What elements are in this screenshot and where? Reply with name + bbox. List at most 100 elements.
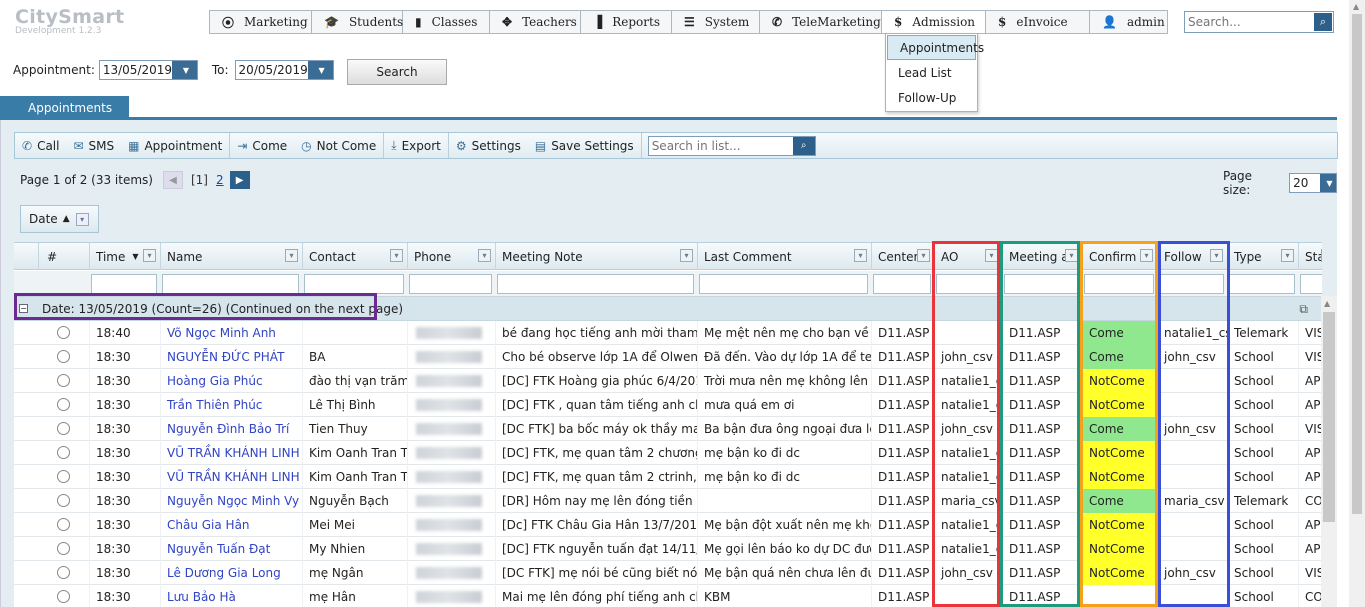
- cell-name[interactable]: NGUYỄN ĐỨC PHÁT: [160, 345, 302, 369]
- table-row[interactable]: 18:30NGUYỄN ĐỨC PHÁTBA 0903xxxxxx Cho bé o…: [14, 345, 1322, 369]
- filter-icon[interactable]: ▾: [390, 249, 403, 262]
- filter-icon[interactable]: ▾: [1140, 249, 1153, 262]
- filter-icon[interactable]: ▾: [478, 249, 491, 262]
- column-header-index[interactable]: #: [38, 243, 89, 270]
- cell-name[interactable]: VŨ TRẦN KHÁNH LINH: [160, 465, 302, 489]
- table-row[interactable]: 18:30VŨ TRẦN KHÁNH LINHKim Oanh Tran Thi…: [14, 465, 1322, 489]
- cell-name[interactable]: Châu Gia Hân: [160, 513, 302, 537]
- column-header-name[interactable]: Name ▾: [160, 243, 302, 270]
- filter-icon[interactable]: ▾: [285, 249, 298, 262]
- table-row[interactable]: 18:30Lưu Bảo Hàmẹ Hân 0909xxxxxx Mai mẹ lê…: [14, 585, 1322, 607]
- table-row[interactable]: 18:40Võ Ngọc Minh Anh 0912xxxxxx bé đang h…: [14, 321, 1322, 345]
- table-row[interactable]: 18:30Hoàng Gia Phúcđào thị vạn trăm 0903x…: [14, 369, 1322, 393]
- not-come-button[interactable]: ◷ Not Come: [294, 133, 383, 158]
- table-row[interactable]: 18:30Lê Dương Gia Longmẹ Ngân 0909xxxxxx […: [14, 561, 1322, 585]
- page-2-link[interactable]: 2: [216, 173, 224, 187]
- cell-name[interactable]: VŨ TRẦN KHÁNH LINH: [160, 441, 302, 465]
- appointment-button[interactable]: ▦ Appointment: [121, 133, 229, 158]
- call-button[interactable]: ✆ Call: [15, 133, 66, 158]
- filter-icon[interactable]: ▾: [917, 249, 930, 262]
- row-select-radio[interactable]: [57, 470, 70, 483]
- column-header-center[interactable]: Center ▾: [871, 243, 934, 270]
- group-row[interactable]: − Date: 13/05/2019 (Count=26) (Continued…: [14, 297, 1322, 321]
- filter-icon[interactable]: ▾: [680, 249, 693, 262]
- list-search-input[interactable]: [648, 136, 794, 155]
- column-header-meeting-at[interactable]: Meeting at ▾: [1002, 243, 1082, 270]
- column-filter-input[interactable]: [304, 274, 404, 294]
- row-select-radio[interactable]: [57, 446, 70, 459]
- row-select-radio[interactable]: [57, 494, 70, 507]
- column-header-time[interactable]: Time ▼ ▾: [89, 243, 160, 270]
- search-button[interactable]: Search: [347, 59, 447, 85]
- list-search[interactable]: ⌕: [647, 135, 816, 156]
- column-header-type[interactable]: Type ▾: [1227, 243, 1298, 270]
- column-header-stage[interactable]: Stage▾: [1298, 243, 1322, 270]
- cell-name[interactable]: Lê Dương Gia Long: [160, 561, 302, 585]
- table-row[interactable]: 18:30Nguyễn Ngọc Minh VyNguyễn Bạch 0918x…: [14, 489, 1322, 513]
- table-row[interactable]: 18:30VŨ TRẦN KHÁNH LINHKim Oanh Tran Thi…: [14, 441, 1322, 465]
- column-header-contact[interactable]: Contact ▾: [302, 243, 407, 270]
- column-filter-input[interactable]: [1229, 274, 1295, 294]
- chevron-down-icon[interactable]: ▼: [1320, 174, 1336, 192]
- scrollbar-thumb[interactable]: [1352, 14, 1362, 514]
- column-filter-input[interactable]: [936, 274, 999, 294]
- filter-icon[interactable]: ▾: [75, 212, 89, 226]
- cell-name[interactable]: Lưu Bảo Hà: [160, 585, 302, 607]
- column-filter-input[interactable]: [1300, 274, 1322, 294]
- column-filter-input[interactable]: [1159, 274, 1224, 294]
- filter-icon[interactable]: ▾: [985, 249, 998, 262]
- sms-button[interactable]: ✉ SMS: [66, 133, 121, 158]
- nav-reports[interactable]: ▐ Reports: [581, 11, 672, 33]
- search-icon[interactable]: ⌕: [1314, 13, 1332, 31]
- column-filter-input[interactable]: [162, 274, 299, 294]
- grid-scrollbar[interactable]: ▲: [1321, 296, 1337, 607]
- come-button[interactable]: ⇥ Come: [230, 133, 294, 158]
- filter-icon[interactable]: ▾: [1321, 249, 1322, 262]
- group-window-icon[interactable]: ⧉: [1299, 302, 1308, 317]
- filter-icon[interactable]: ▾: [1065, 249, 1078, 262]
- filter-icon[interactable]: ▾: [1210, 249, 1223, 262]
- row-select-radio[interactable]: [57, 398, 70, 411]
- table-row[interactable]: 18:30Nguyễn Đình Bảo TríTien Thuy 0909xxx…: [14, 417, 1322, 441]
- row-select-radio[interactable]: [57, 350, 70, 363]
- row-select-radio[interactable]: [57, 542, 70, 555]
- row-select-radio[interactable]: [57, 590, 70, 603]
- filter-icon[interactable]: ▾: [143, 249, 156, 262]
- cell-name[interactable]: Nguyễn Ngọc Minh Vy: [160, 489, 302, 513]
- cell-name[interactable]: Hoàng Gia Phúc: [160, 369, 302, 393]
- nav-admin[interactable]: 👤 admin: [1090, 11, 1167, 33]
- appointment-to-datepicker[interactable]: 20/05/2019 ▼: [234, 60, 334, 80]
- row-select-radio[interactable]: [57, 326, 70, 339]
- appointment-from-datepicker[interactable]: 13/05/2019 ▼: [98, 60, 198, 80]
- cell-name[interactable]: Nguyễn Đình Bảo Trí: [160, 417, 302, 441]
- column-filter-input[interactable]: [409, 274, 492, 294]
- table-row[interactable]: 18:30Châu Gia HânMei Mei 0978xxxxxx [Dc] F…: [14, 513, 1322, 537]
- save-settings-button[interactable]: ▤ Save Settings: [528, 133, 641, 158]
- column-filter-input[interactable]: [699, 274, 868, 294]
- page-scrollbar[interactable]: ▲: [1349, 0, 1365, 607]
- column-header-meeting-note[interactable]: Meeting Note ▾: [495, 243, 697, 270]
- row-select-radio[interactable]: [57, 422, 70, 435]
- row-select-radio[interactable]: [57, 374, 70, 387]
- table-row[interactable]: 18:30Trần Thiên PhúcLê Thị Bình 0977xxxxx…: [14, 393, 1322, 417]
- calendar-dropdown-icon[interactable]: ▼: [172, 61, 197, 79]
- nav-students[interactable]: 🎓 Students: [312, 11, 403, 33]
- column-header-ao[interactable]: AO ▾: [934, 243, 1002, 270]
- cell-name[interactable]: Võ Ngọc Minh Anh: [160, 321, 302, 345]
- prev-page-icon[interactable]: ◀: [162, 171, 183, 189]
- column-filter-input[interactable]: [873, 274, 931, 294]
- cell-name[interactable]: Trần Thiên Phúc: [160, 393, 302, 417]
- menu-item-lead-list[interactable]: Lead List: [886, 61, 977, 86]
- scroll-up-icon[interactable]: ▲: [1353, 2, 1359, 11]
- group-by-date[interactable]: Date ▲ ▾: [20, 205, 99, 233]
- column-filter-input[interactable]: [1004, 274, 1079, 294]
- column-filter-input[interactable]: [1084, 274, 1154, 294]
- nav-telemarketing[interactable]: ✆ TeleMarketing: [760, 11, 882, 33]
- nav-system[interactable]: ☰ System: [672, 11, 760, 33]
- scrollbar-thumb[interactable]: [1323, 312, 1335, 522]
- scroll-up-icon[interactable]: ▲: [1324, 299, 1330, 308]
- column-header-confirm[interactable]: Confirm ▾: [1082, 243, 1157, 270]
- settings-button[interactable]: ⚙ Settings: [449, 133, 528, 158]
- menu-item-appointments[interactable]: Appointments: [887, 35, 984, 60]
- column-header-follow[interactable]: Follow ▾: [1157, 243, 1227, 270]
